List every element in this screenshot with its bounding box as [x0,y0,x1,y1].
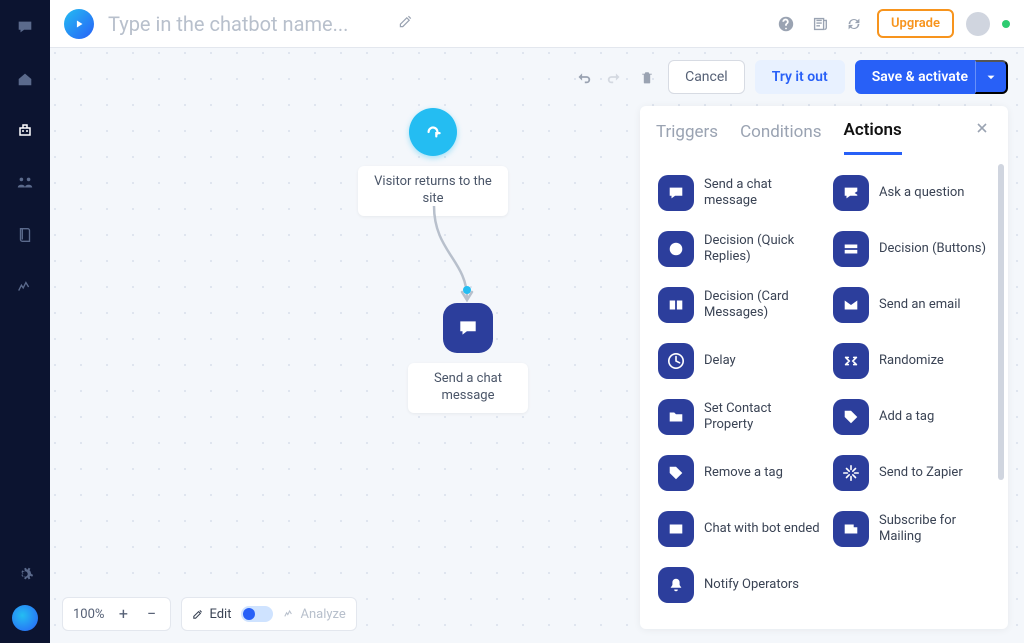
action-item[interactable]: Set Contact Property [656,393,825,441]
edit-name-icon[interactable] [398,13,420,35]
action-item-label: Decision (Buttons) [879,241,986,257]
random-icon [833,343,869,379]
cards-icon [658,287,694,323]
zoom-in-button[interactable]: + [114,605,132,623]
mode-switch[interactable] [241,606,273,622]
replies-icon [658,231,694,267]
refresh-icon[interactable] [843,13,865,35]
tab-actions[interactable]: Actions [844,120,902,155]
action-item-label: Ask a question [879,185,964,201]
action-item-label: Send to Zapier [879,465,963,481]
folder-icon [658,399,694,435]
action-item-label: Chat with bot ended [704,521,820,537]
action-item-label: Subscribe for Mailing [879,513,998,546]
action-item-label: Set Contact Property [704,401,823,434]
help-icon[interactable] [775,13,797,35]
end-icon [658,511,694,547]
tab-triggers[interactable]: Triggers [656,122,718,154]
status-online-icon [1002,20,1010,28]
nav-bots-icon[interactable] [14,120,36,142]
action-item-label: Remove a tag [704,465,783,481]
action-item-label: Randomize [879,353,944,369]
delay-icon [658,343,694,379]
nav-chat-icon[interactable] [14,16,36,38]
action-item-label: Decision (Quick Replies) [704,233,823,266]
save-activate-button[interactable]: Save & activate [855,60,985,94]
mode-toggle: Edit Analyze [181,597,356,631]
action-item[interactable]: Send an email [831,281,1000,329]
news-icon[interactable] [809,13,831,35]
action-item[interactable]: Subscribe for Mailing [831,505,1000,553]
buttons-icon [833,231,869,267]
chatbot-name-input[interactable] [106,11,386,37]
flow-canvas[interactable]: Cancel Try it out Save & activate Visito… [50,48,1024,643]
action-node[interactable]: Send a chat message [408,303,528,413]
try-it-out-button[interactable]: Try it out [755,60,845,94]
nav-visitors-icon[interactable] [14,172,36,194]
mailing-icon [833,511,869,547]
mode-edit-label[interactable]: Edit [192,607,231,622]
action-item-label: Add a tag [879,409,934,425]
panel-scrollbar[interactable] [998,164,1004,615]
delete-icon[interactable] [636,66,658,88]
save-dropdown-button[interactable] [975,60,1008,94]
canvas-footer: 100% + − Edit Analyze [62,597,357,631]
nav-settings-icon[interactable] [14,563,36,585]
zoom-value: 100% [73,607,104,622]
nav-analytics-icon[interactable] [14,276,36,298]
action-item[interactable]: Decision (Quick Replies) [656,225,825,273]
action-item[interactable]: Randomize [831,337,1000,385]
nav-home-icon[interactable] [14,68,36,90]
action-item[interactable]: Decision (Card Messages) [656,281,825,329]
upgrade-button[interactable]: Upgrade [877,9,954,38]
action-item[interactable]: Remove a tag [656,449,825,497]
brand-mark-icon [12,605,38,631]
action-item[interactable]: Send a chat message [656,169,825,217]
action-chat-icon [443,303,493,353]
action-item-label: Decision (Card Messages) [704,289,823,322]
action-item[interactable]: Chat with bot ended [656,505,825,553]
action-item[interactable]: Add a tag [831,393,1000,441]
action-item[interactable]: Send to Zapier [831,449,1000,497]
cancel-button[interactable]: Cancel [668,60,745,94]
action-item[interactable]: Decision (Buttons) [831,225,1000,273]
undo-icon[interactable] [572,66,594,88]
nav-sidebar [0,0,50,643]
tag-icon [658,455,694,491]
email-icon [833,287,869,323]
tag-icon [833,399,869,435]
mode-analyze-label[interactable]: Analyze [283,607,345,622]
action-item[interactable]: Ask a question [831,169,1000,217]
brand-logo-icon [64,9,94,39]
node-picker-panel: Triggers Conditions Actions Send a chat … [640,106,1008,629]
action-item[interactable]: Notify Operators [656,561,825,609]
action-item-label: Send a chat message [704,177,823,210]
action-item-label: Notify Operators [704,577,799,593]
trigger-node[interactable]: Visitor returns to the site [358,108,508,216]
action-item-label: Send an email [879,297,961,313]
question-icon [833,175,869,211]
nav-knowledge-icon[interactable] [14,224,36,246]
chat-icon [658,175,694,211]
flow-edge-endpoint [463,286,471,294]
flow-edge [432,206,492,306]
trigger-label: Visitor returns to the site [358,166,508,216]
canvas-toolbar: Cancel Try it out Save & activate [572,60,1008,94]
trigger-reload-icon [409,108,457,156]
action-label: Send a chat message [408,363,528,413]
zapier-icon [833,455,869,491]
zoom-out-button[interactable]: − [142,605,160,623]
close-panel-icon[interactable] [974,120,994,140]
action-item-label: Delay [704,353,736,369]
avatar[interactable] [966,12,990,36]
zoom-control: 100% + − [62,597,171,631]
top-bar: Upgrade [50,0,1024,48]
tab-conditions[interactable]: Conditions [740,122,821,154]
action-item[interactable]: Delay [656,337,825,385]
bell-icon [658,567,694,603]
redo-icon[interactable] [604,66,626,88]
